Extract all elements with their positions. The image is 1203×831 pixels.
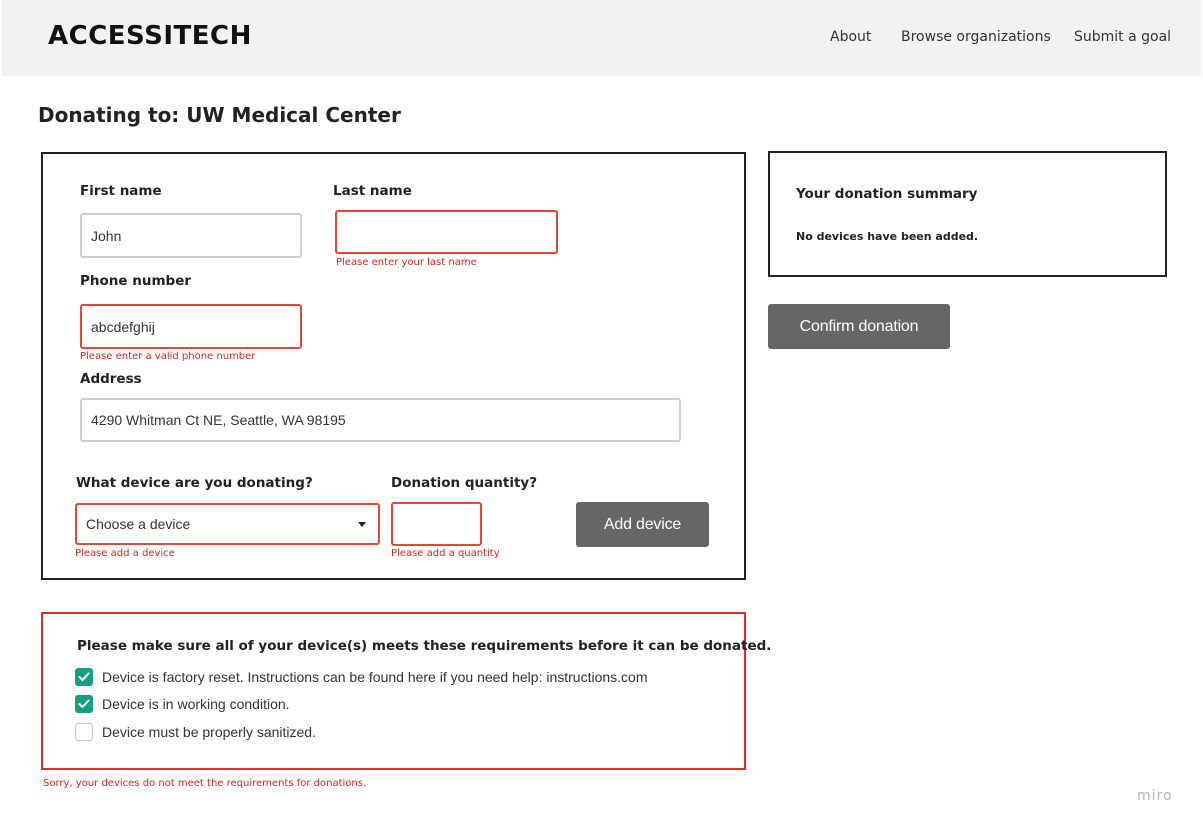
app-logo[interactable]: ACCESSITECH [48, 21, 252, 51]
nav-link-about[interactable]: About [830, 29, 871, 45]
phone-number-input[interactable]: abcdefghij [80, 304, 302, 349]
quantity-label: Donation quantity? [391, 475, 538, 491]
requirements-error: Sorry, your devices do not meet the requ… [43, 778, 367, 789]
first-name-input[interactable]: John [80, 213, 302, 258]
page-title: Donating to: UW Medical Center [38, 103, 401, 127]
last-name-label: Last name [333, 183, 412, 199]
last-name-input[interactable] [335, 210, 558, 254]
address-label: Address [80, 371, 142, 387]
phone-number-label: Phone number [80, 273, 192, 289]
quantity-error: Please add a quantity [391, 548, 500, 559]
address-input[interactable]: 4290 Whitman Ct NE, Seattle, WA 98195 [80, 398, 681, 442]
confirm-donation-button[interactable]: Confirm donation [768, 304, 950, 349]
requirement-item-sanitized: Device must be properly sanitized. [75, 723, 316, 741]
requirement-item-working-condition: Device is in working condition. [75, 695, 290, 713]
last-name-error: Please enter your last name [336, 257, 477, 268]
device-error: Please add a device [75, 548, 175, 559]
donation-summary-panel [768, 151, 1167, 277]
checkmark-icon [78, 699, 90, 708]
nav-link-browse-organizations[interactable]: Browse organizations [901, 29, 1051, 45]
requirement-label: Device is factory reset. Instructions ca… [102, 669, 648, 685]
quantity-input[interactable] [391, 502, 482, 546]
requirements-title: Please make sure all of your device(s) m… [77, 638, 772, 654]
nav-link-submit-goal[interactable]: Submit a goal [1074, 29, 1171, 45]
checkmark-icon [78, 672, 90, 681]
requirements-panel [41, 612, 746, 770]
top-navigation-bar: ACCESSITECH About Browse organizations S… [2, 0, 1201, 76]
phone-number-error: Please enter a valid phone number [80, 351, 256, 362]
requirement-checkbox[interactable] [75, 668, 93, 686]
device-label: What device are you donating? [76, 475, 313, 491]
first-name-label: First name [80, 183, 162, 199]
requirement-checkbox[interactable] [75, 723, 93, 741]
summary-empty-text: No devices have been added. [796, 230, 979, 243]
summary-title: Your donation summary [796, 186, 978, 202]
device-select-value: Choose a device [86, 516, 191, 532]
requirement-checkbox[interactable] [75, 695, 93, 713]
miro-watermark: miro [1137, 788, 1173, 804]
requirement-label: Device must be properly sanitized. [102, 724, 316, 740]
requirement-label: Device is in working condition. [102, 696, 290, 712]
requirement-item-factory-reset: Device is factory reset. Instructions ca… [75, 668, 648, 686]
device-select[interactable]: Choose a device [75, 503, 380, 545]
add-device-button[interactable]: Add device [576, 502, 709, 547]
chevron-down-icon [358, 522, 366, 527]
